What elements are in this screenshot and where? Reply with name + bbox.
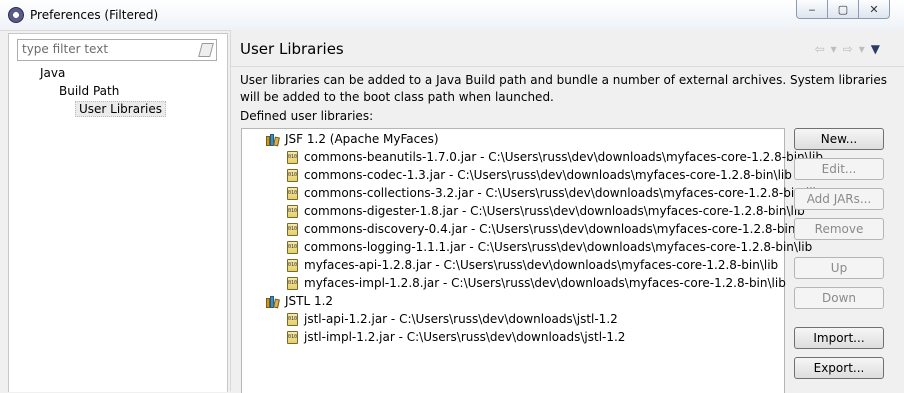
up-button[interactable]: Up	[794, 257, 884, 279]
jar-icon	[287, 204, 298, 218]
jar-label: myfaces-api-1.2.8.jar - C:\Users\russ\de…	[304, 258, 779, 272]
jar-label: commons-collections-3.2.jar - C:\Users\r…	[304, 186, 821, 200]
down-button[interactable]: Down	[794, 287, 884, 309]
jar-icon	[287, 312, 298, 326]
jar-label: jstl-impl-1.2.jar - C:\Users\russ\dev\do…	[304, 330, 626, 344]
jar-icon	[287, 186, 298, 200]
jar-row[interactable]: commons-beanutils-1.7.0.jar - C:\Users\r…	[287, 148, 823, 166]
jar-row[interactable]: commons-codec-1.3.jar - C:\Users\russ\de…	[287, 166, 792, 184]
jar-icon	[287, 258, 298, 272]
jar-row[interactable]: commons-digester-1.8.jar - C:\Users\russ…	[287, 202, 805, 220]
new-button[interactable]: New...	[794, 128, 884, 150]
library-label: JSTL 1.2	[285, 294, 334, 308]
forward-arrow-icon[interactable]: ⇨	[843, 42, 853, 56]
jar-row[interactable]: myfaces-api-1.2.8.jar - C:\Users\russ\de…	[287, 256, 778, 274]
library-icon	[266, 133, 280, 146]
title-bar: Preferences (Filtered) ‒ ▢ ✕	[0, 0, 904, 31]
jar-icon	[287, 150, 298, 164]
jar-row[interactable]: jstl-impl-1.2.jar - C:\Users\russ\dev\do…	[287, 328, 625, 346]
library-node-jsf[interactable]: JSF 1.2 (Apache MyFaces)	[266, 130, 439, 148]
clear-filter-icon[interactable]	[198, 43, 214, 57]
window-controls: ‒ ▢ ✕	[796, 0, 890, 19]
filter-input[interactable]	[18, 40, 196, 58]
window-title: Preferences (Filtered)	[30, 8, 159, 22]
jar-icon	[287, 276, 298, 290]
jar-label: commons-digester-1.8.jar - C:\Users\russ…	[304, 204, 805, 218]
page-title: User Libraries	[240, 40, 344, 58]
tree-item-user-libraries[interactable]: User Libraries	[75, 101, 166, 117]
jar-row[interactable]: commons-discovery-0.4.jar - C:\Users\rus…	[287, 220, 814, 238]
jar-row[interactable]: commons-logging-1.1.1.jar - C:\Users\rus…	[287, 238, 812, 256]
jar-row[interactable]: myfaces-impl-1.2.8.jar - C:\Users\russ\d…	[287, 274, 786, 292]
user-libraries-tree[interactable]: JSF 1.2 (Apache MyFaces) commons-beanuti…	[241, 128, 823, 393]
jar-label: myfaces-impl-1.2.8.jar - C:\Users\russ\d…	[304, 276, 786, 290]
maximize-button[interactable]: ▢	[827, 0, 859, 19]
jar-label: commons-discovery-0.4.jar - C:\Users\rus…	[304, 222, 814, 236]
jar-row[interactable]: jstl-api-1.2.jar - C:\Users\russ\dev\dow…	[287, 310, 618, 328]
jar-label: commons-logging-1.1.1.jar - C:\Users\rus…	[304, 240, 813, 254]
remove-button[interactable]: Remove	[794, 218, 884, 240]
eclipse-app-icon	[8, 7, 24, 23]
minimize-button[interactable]: ‒	[796, 0, 828, 19]
jar-label: commons-codec-1.3.jar - C:\Users\russ\de…	[304, 168, 792, 182]
view-menu-icon[interactable]: ▼	[871, 42, 880, 56]
jar-icon	[287, 330, 298, 344]
library-icon	[266, 295, 280, 308]
page-navigation: ⇦ ▾ ⇨ ▾ ▼	[815, 42, 880, 56]
defined-libraries-label: Defined user libraries:	[240, 109, 374, 123]
tree-item-java[interactable]: Java	[40, 66, 65, 80]
page-header: User Libraries ⇦ ▾ ⇨ ▾ ▼	[231, 30, 904, 66]
jar-row[interactable]: commons-collections-3.2.jar - C:\Users\r…	[287, 184, 820, 202]
page-content: User libraries can be added to a Java Bu…	[231, 66, 904, 393]
add-jars-button[interactable]: Add JARs...	[794, 188, 884, 210]
import-button[interactable]: Import...	[794, 327, 884, 349]
jar-label: jstl-api-1.2.jar - C:\Users\russ\dev\dow…	[304, 312, 618, 326]
library-label: JSF 1.2 (Apache MyFaces)	[285, 132, 439, 146]
edit-button[interactable]: Edit...	[794, 158, 884, 180]
jar-icon	[287, 168, 298, 182]
jar-label: commons-beanutils-1.7.0.jar - C:\Users\r…	[304, 150, 823, 164]
forward-dropdown-icon[interactable]: ▾	[859, 42, 865, 56]
back-arrow-icon[interactable]: ⇦	[815, 42, 825, 56]
tree-item-build-path[interactable]: Build Path	[59, 84, 119, 98]
filter-field[interactable]	[17, 39, 217, 61]
preferences-navigation: Java Build Path User Libraries	[8, 33, 228, 392]
jar-icon	[287, 240, 298, 254]
page-description: User libraries can be added to a Java Bu…	[240, 73, 887, 104]
library-node-jstl[interactable]: JSTL 1.2	[266, 292, 333, 310]
jar-icon	[287, 222, 298, 236]
export-button[interactable]: Export...	[794, 357, 884, 379]
close-button[interactable]: ✕	[858, 0, 890, 19]
back-dropdown-icon[interactable]: ▾	[831, 42, 837, 56]
